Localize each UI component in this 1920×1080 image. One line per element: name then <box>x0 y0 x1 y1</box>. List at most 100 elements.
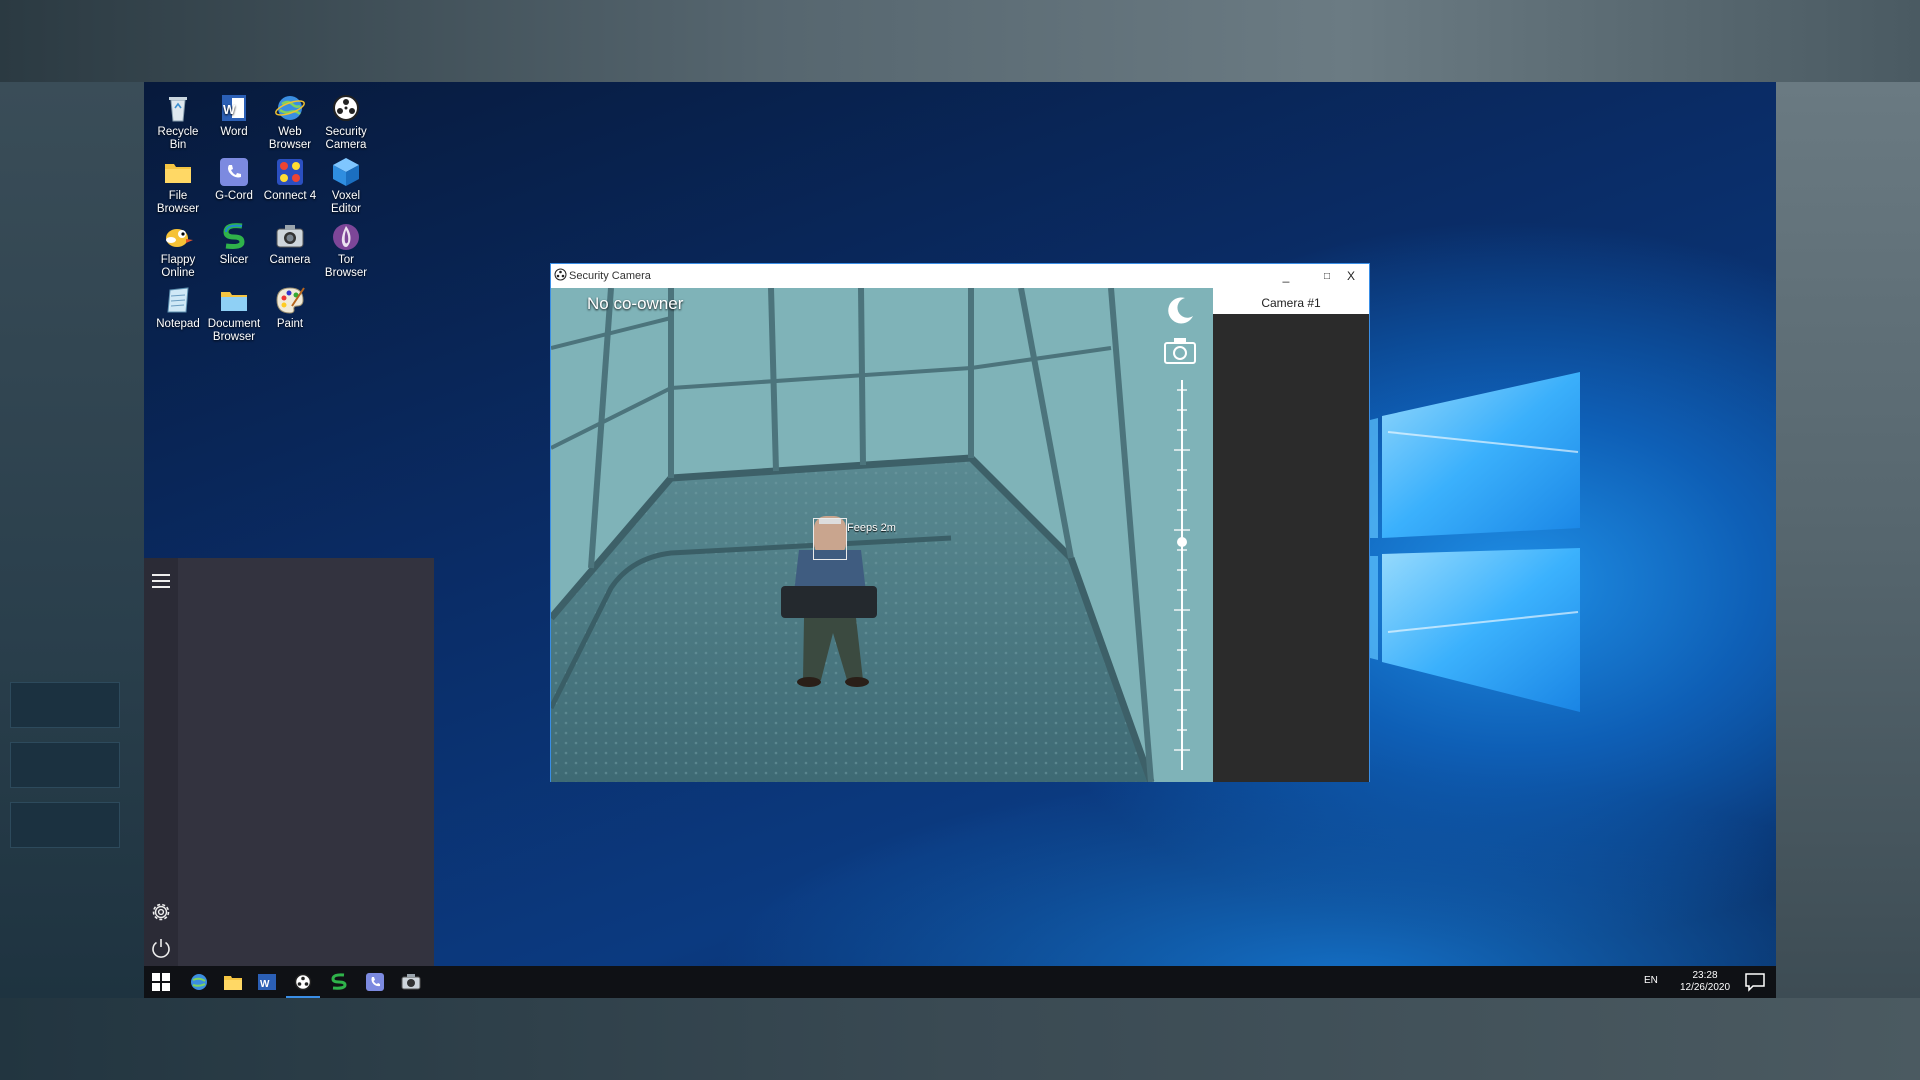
word-icon: W <box>258 974 276 990</box>
icon-label: Word <box>220 126 248 138</box>
camera-feed-scene <box>551 288 1213 782</box>
notification-center-icon[interactable] <box>1744 972 1766 992</box>
svg-text:W: W <box>223 102 236 117</box>
taskbar-word[interactable]: W <box>254 969 280 995</box>
clock-date: 12/26/2020 <box>1679 982 1731 993</box>
taskbar-slicer[interactable] <box>326 969 352 995</box>
window-titlebar[interactable]: Security Camera _ □ X <box>551 264 1369 288</box>
icon-label: File Browser <box>156 190 200 215</box>
clock-time: 23:28 <box>1692 970 1718 981</box>
icon-label: Flappy Online <box>160 254 196 279</box>
windows-wallpaper-logo <box>1370 372 1580 712</box>
bird-icon <box>166 229 193 247</box>
taskbar-g-cord[interactable] <box>362 969 388 995</box>
camera-feed-view[interactable]: No co-owner Feeps 2m <box>551 288 1213 782</box>
minimize-button[interactable]: _ <box>1271 266 1301 286</box>
zoom-slider[interactable] <box>1171 380 1193 770</box>
phone-icon <box>366 973 384 991</box>
person-tag-label: Feeps 2m <box>847 522 896 534</box>
start-menu <box>144 558 434 966</box>
wall-panel <box>10 802 120 848</box>
web-browser-icon <box>191 974 207 990</box>
icon-label: Notepad <box>156 318 200 330</box>
taskbar-camera[interactable] <box>398 969 424 995</box>
start-button[interactable] <box>148 969 174 995</box>
desktop-icon-word[interactable]: W Word <box>206 92 262 139</box>
folder-icon <box>165 164 191 183</box>
icon-label: Security Camera <box>325 126 367 151</box>
cube-icon <box>333 158 359 186</box>
desktop-icon-paint[interactable]: Paint <box>262 284 318 331</box>
slicer-icon <box>331 973 347 990</box>
right-wall <box>1776 82 1920 998</box>
desktop-icon-security-camera[interactable]: Security Camera <box>318 92 374 152</box>
camera-list-item[interactable]: Camera #1 <box>1213 296 1369 310</box>
floor-area <box>0 998 1920 1080</box>
icon-label: Recycle Bin <box>157 126 199 151</box>
wall-panel <box>10 742 120 788</box>
wall-panel <box>10 682 120 728</box>
icon-label: Document Browser <box>207 318 261 343</box>
taskbar-security-camera[interactable] <box>286 969 320 998</box>
camera-icon <box>401 974 421 990</box>
security-camera-window: Security Camera _ □ X No co-owner Feeps … <box>550 263 1370 782</box>
icon-label: Camera <box>269 254 311 266</box>
document-folder-icon <box>221 292 247 311</box>
ceiling-beam <box>0 0 1920 82</box>
night-vision-moon-icon[interactable] <box>1163 294 1197 328</box>
desktop-icon-tor-browser[interactable]: Tor Browser <box>318 220 374 280</box>
svg-text:W: W <box>260 979 270 990</box>
taskbar: W EN 23:28 12/26/2020 <box>144 966 1776 998</box>
desktop-icon-notepad[interactable]: Notepad <box>150 284 206 331</box>
face-detection-box <box>813 518 847 560</box>
zoom-slider-handle <box>1177 537 1187 547</box>
icon-label: Voxel Editor <box>330 190 362 215</box>
co-owner-label: No co-owner <box>587 294 684 313</box>
icon-label: Tor Browser <box>324 254 368 279</box>
window-title: Security Camera <box>569 270 651 282</box>
security-camera-icon <box>554 268 567 281</box>
camera-list-panel: Camera #1 <box>1213 288 1369 782</box>
slicer-icon <box>223 223 245 249</box>
taskbar-web-browser[interactable] <box>186 969 212 995</box>
paint-palette-icon <box>276 287 305 314</box>
left-wall <box>0 82 144 998</box>
word-icon: W <box>222 95 246 121</box>
icon-label: Connect 4 <box>263 190 317 202</box>
desktop-icon-slicer[interactable]: Slicer <box>206 220 262 267</box>
monitor-desktop: Recycle Bin W Word Web Browser Security … <box>144 82 1776 998</box>
security-camera-icon <box>333 95 359 121</box>
desktop-icon-document-browser[interactable]: Document Browser <box>206 284 262 344</box>
windows-start-icon <box>152 973 170 991</box>
desktop-icon-g-cord[interactable]: G-Cord <box>206 156 262 203</box>
settings-gear-icon[interactable] <box>149 900 173 924</box>
icon-label: Paint <box>276 318 304 330</box>
camera-icon <box>276 225 304 248</box>
folder-icon <box>224 976 242 990</box>
hamburger-menu-icon[interactable] <box>152 574 170 588</box>
desktop-icon-file-browser[interactable]: File Browser <box>150 156 206 216</box>
desktop-icon-voxel-editor[interactable]: Voxel Editor <box>318 156 374 216</box>
web-browser-icon <box>275 96 305 120</box>
recycle-bin-icon <box>169 97 187 122</box>
onion-icon <box>333 224 359 250</box>
icon-label: Web Browser <box>268 126 312 151</box>
close-button[interactable]: X <box>1336 266 1366 286</box>
desktop-icon-flappy-online[interactable]: Flappy Online <box>150 220 206 280</box>
phone-icon <box>220 158 248 186</box>
desktop-icon-web-browser[interactable]: Web Browser <box>262 92 318 152</box>
snapshot-camera-icon[interactable] <box>1163 336 1197 366</box>
power-icon[interactable] <box>149 936 173 960</box>
taskbar-file-browser[interactable] <box>220 969 246 995</box>
connect4-icon <box>277 159 303 185</box>
desktop-icon-camera[interactable]: Camera <box>262 220 318 267</box>
start-menu-content <box>178 558 434 966</box>
icon-label: G-Cord <box>215 190 253 202</box>
desktop-icon-recycle-bin[interactable]: Recycle Bin <box>150 92 206 152</box>
icon-label: Slicer <box>219 254 249 266</box>
taskbar-clock[interactable]: 23:28 12/26/2020 <box>1670 970 1740 994</box>
notepad-icon <box>167 287 189 313</box>
desktop-icon-connect-4[interactable]: Connect 4 <box>262 156 318 203</box>
language-indicator[interactable]: EN <box>1644 975 1658 986</box>
security-camera-icon <box>294 973 312 991</box>
